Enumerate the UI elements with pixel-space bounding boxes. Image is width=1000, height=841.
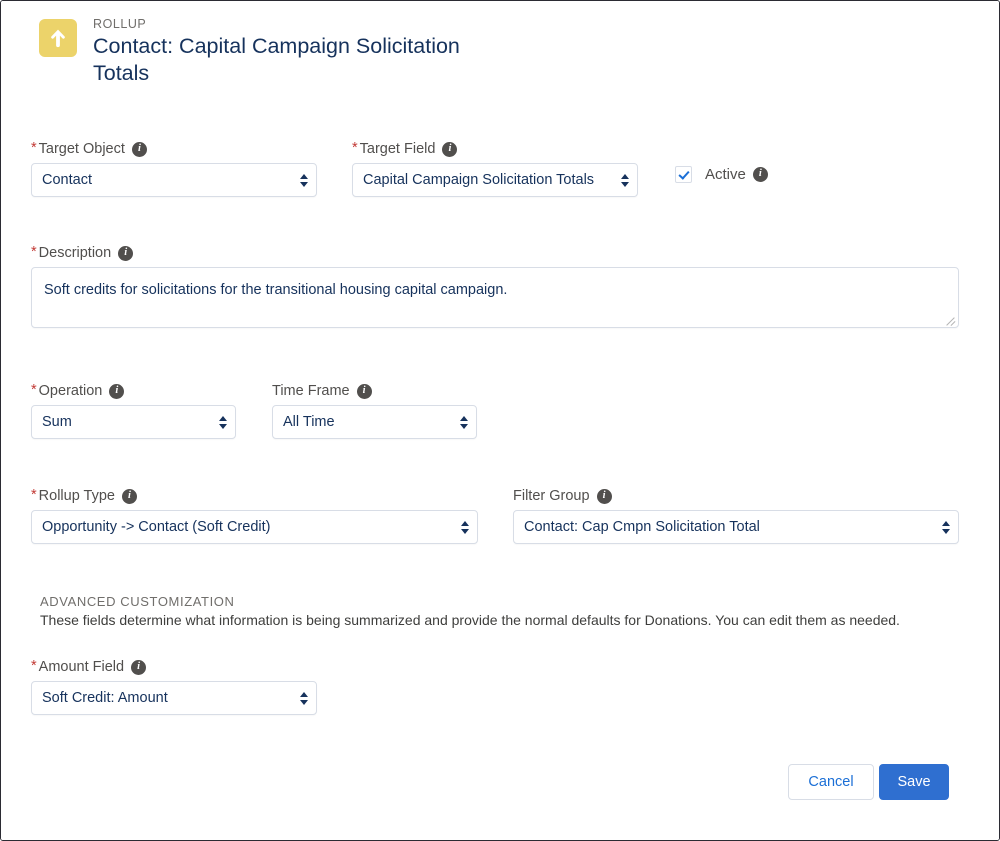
field-amount-field: * Amount Field i Soft Credit: Amount <box>31 658 317 715</box>
label-operation: * Operation i <box>31 382 236 400</box>
label-text: Filter Group <box>513 488 590 504</box>
select-target-object-value: Contact <box>42 172 92 188</box>
select-target-field[interactable]: Capital Campaign Solicitation Totals <box>352 163 638 197</box>
info-icon[interactable]: i <box>442 141 458 157</box>
label-amount-field: * Amount Field i <box>31 658 317 676</box>
field-target-object: * Target Object i Contact <box>31 140 317 197</box>
info-icon[interactable]: i <box>131 659 147 675</box>
spinner-arrows-icon[interactable] <box>460 411 468 433</box>
page-title: Contact: Capital Campaign Solicitation T… <box>93 34 460 85</box>
spinner-arrows-icon[interactable] <box>621 169 629 191</box>
field-rollup-type: * Rollup Type i Opportunity -> Contact (… <box>31 487 478 544</box>
select-filter-group-value: Contact: Cap Cmpn Solicitation Total <box>524 519 760 535</box>
label-text: Amount Field <box>38 659 125 675</box>
select-target-field-value: Capital Campaign Solicitation Totals <box>363 172 595 188</box>
page-header-text: ROLLUP Contact: Capital Campaign Solicit… <box>93 17 493 87</box>
label-text: Target Field <box>359 141 436 157</box>
label-text: Time Frame <box>272 383 350 399</box>
label-active: Active i <box>705 166 768 183</box>
record-type-eyebrow: ROLLUP <box>93 17 147 31</box>
required-asterisk: * <box>31 382 37 398</box>
info-icon[interactable]: i <box>121 488 137 504</box>
select-time-frame-value: All Time <box>283 414 335 430</box>
required-asterisk: * <box>31 658 37 674</box>
field-operation: * Operation i Sum <box>31 382 236 439</box>
required-asterisk: * <box>31 140 37 156</box>
label-description: * Description i <box>31 244 959 262</box>
select-operation-value: Sum <box>42 414 72 430</box>
page-canvas: ROLLUP Contact: Capital Campaign Solicit… <box>1 1 999 840</box>
label-text: Active <box>705 166 746 183</box>
select-rollup-type[interactable]: Opportunity -> Contact (Soft Credit) <box>31 510 478 544</box>
select-target-object[interactable]: Contact <box>31 163 317 197</box>
spinner-arrows-icon[interactable] <box>300 687 308 709</box>
resize-handle-icon[interactable] <box>944 313 956 325</box>
info-icon[interactable]: i <box>131 141 147 157</box>
label-target-object: * Target Object i <box>31 140 317 158</box>
checkbox-active[interactable] <box>675 166 692 183</box>
section-description-advanced-customization: These fields determine what information … <box>40 612 900 628</box>
page-header: ROLLUP Contact: Capital Campaign Solicit… <box>39 17 493 87</box>
textarea-description[interactable]: Soft credits for solicitations for the t… <box>31 267 959 328</box>
select-amount-field[interactable]: Soft Credit: Amount <box>31 681 317 715</box>
spinner-arrows-icon[interactable] <box>300 169 308 191</box>
select-operation[interactable]: Sum <box>31 405 236 439</box>
cancel-button[interactable]: Cancel <box>788 764 874 800</box>
required-asterisk: * <box>31 487 37 503</box>
info-icon[interactable]: i <box>356 383 372 399</box>
window-frame: ROLLUP Contact: Capital Campaign Solicit… <box>0 0 1000 841</box>
select-amount-field-value: Soft Credit: Amount <box>42 690 168 706</box>
section-title-advanced-customization: ADVANCED CUSTOMIZATION <box>40 594 235 609</box>
info-icon[interactable]: i <box>118 245 134 261</box>
required-asterisk: * <box>31 244 37 260</box>
label-text: Target Object <box>38 141 125 157</box>
label-text: Rollup Type <box>38 488 115 504</box>
field-description: * Description i Soft credits for solicit… <box>31 244 959 328</box>
label-time-frame: Time Frame i <box>272 382 477 400</box>
spinner-arrows-icon[interactable] <box>219 411 227 433</box>
label-text: Description <box>38 245 112 261</box>
info-icon[interactable]: i <box>752 167 768 182</box>
field-target-field: * Target Field i Capital Campaign Solici… <box>352 140 638 197</box>
label-rollup-type: * Rollup Type i <box>31 487 478 505</box>
label-text: Operation <box>38 383 103 399</box>
field-time-frame: Time Frame i All Time <box>272 382 477 439</box>
field-active[interactable]: Active i <box>675 166 768 183</box>
label-filter-group: Filter Group i <box>513 487 959 505</box>
textarea-description-value: Soft credits for solicitations for the t… <box>44 282 508 298</box>
info-icon[interactable]: i <box>109 383 125 399</box>
select-time-frame[interactable]: All Time <box>272 405 477 439</box>
field-filter-group: Filter Group i Contact: Cap Cmpn Solicit… <box>513 487 959 544</box>
save-button[interactable]: Save <box>879 764 949 800</box>
label-target-field: * Target Field i <box>352 140 638 158</box>
rollup-arrow-icon <box>39 19 77 57</box>
select-filter-group[interactable]: Contact: Cap Cmpn Solicitation Total <box>513 510 959 544</box>
spinner-arrows-icon[interactable] <box>942 516 950 538</box>
spinner-arrows-icon[interactable] <box>461 516 469 538</box>
info-icon[interactable]: i <box>596 488 612 504</box>
required-asterisk: * <box>352 140 358 156</box>
select-rollup-type-value: Opportunity -> Contact (Soft Credit) <box>42 519 271 535</box>
